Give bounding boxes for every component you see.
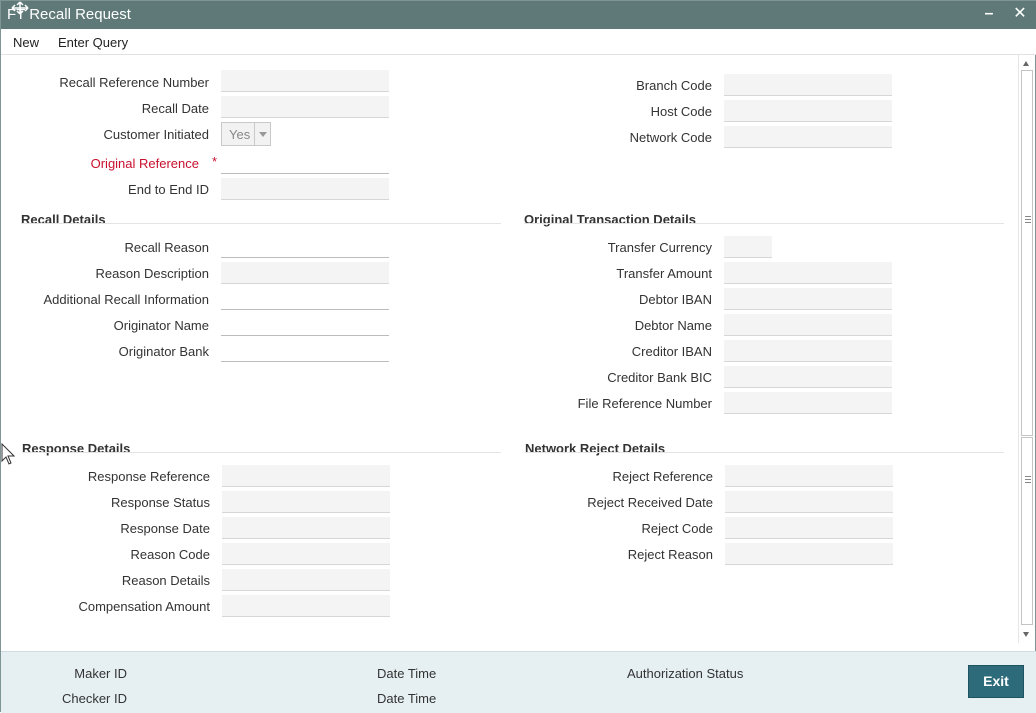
end-to-end-id-label: End to End ID <box>128 182 209 197</box>
network-reject-details-heading: Network Reject Details <box>525 441 666 456</box>
response-status-label: Response Status <box>110 495 210 510</box>
reject-reason-label: Reject Reason <box>627 547 713 562</box>
recall-reason-field[interactable] <box>221 236 389 258</box>
reason-code-field[interactable] <box>222 543 390 565</box>
customer-initiated-value: Yes <box>229 127 251 142</box>
reason-details-label: Reason Details <box>121 573 210 588</box>
reject-received-date-field[interactable] <box>725 491 893 513</box>
debtor-iban-label: Debtor IBAN <box>639 292 712 307</box>
recall-request-window: FT Recall Request – ✕ New Enter Query Re… <box>0 0 1036 713</box>
file-reference-number-label: File Reference Number <box>577 396 712 411</box>
title-bar[interactable]: FT Recall Request – ✕ <box>1 1 1036 29</box>
response-status-field[interactable] <box>222 491 390 513</box>
reason-code-label: Reason Code <box>130 547 211 562</box>
authorization-status-label: Authorization Status <box>627 666 744 681</box>
close-button[interactable]: ✕ <box>1011 5 1029 23</box>
chevron-down-icon[interactable] <box>254 123 270 145</box>
original-transaction-details-divider <box>524 223 1004 224</box>
move-cursor-icon <box>11 1 29 15</box>
transfer-amount-label: Transfer Amount <box>616 266 712 281</box>
grip-line <box>1025 216 1031 217</box>
creditor-bank-bic-label: Creditor Bank BIC <box>607 370 712 385</box>
response-reference-field[interactable] <box>222 465 390 487</box>
recall-reference-number-label: Recall Reference Number <box>59 75 209 90</box>
new-menu-item[interactable]: New <box>13 35 39 50</box>
additional-recall-information-label: Additional Recall Information <box>43 292 209 307</box>
reason-details-field[interactable] <box>222 569 390 591</box>
reject-code-label: Reject Code <box>641 521 713 536</box>
menu-bar: New Enter Query <box>1 29 1036 55</box>
reason-description-label: Reason Description <box>95 266 209 281</box>
recall-reference-number-field[interactable] <box>221 70 389 92</box>
reject-reference-field[interactable] <box>725 465 893 487</box>
required-asterisk: * <box>212 154 218 169</box>
maker-id-label: Maker ID <box>74 666 127 681</box>
customer-initiated-select[interactable]: Yes <box>221 122 271 146</box>
reject-reference-label: Reject Reference <box>612 469 713 484</box>
grip-line <box>1025 479 1031 480</box>
scrollbar-thumb-upper[interactable] <box>1021 70 1033 436</box>
mouse-pointer-icon <box>1 443 15 465</box>
checker-id-label: Checker ID <box>61 691 127 706</box>
recall-details-divider <box>21 223 501 224</box>
scroll-down-arrow-icon[interactable] <box>1023 632 1029 637</box>
vertical-scrollbar[interactable] <box>1018 55 1034 643</box>
reason-description-field[interactable] <box>221 262 389 284</box>
originator-bank-label: Originator Bank <box>118 344 209 359</box>
reject-received-date-label: Reject Received Date <box>587 495 713 510</box>
grip-line <box>1025 222 1031 223</box>
branch-code-field[interactable] <box>724 74 892 96</box>
response-details-divider <box>22 452 501 453</box>
transfer-amount-field[interactable] <box>724 262 892 284</box>
audit-footer: Maker ID Checker ID Date Time Date Time … <box>1 651 1036 713</box>
branch-code-label: Branch Code <box>636 78 712 93</box>
creditor-iban-label: Creditor IBAN <box>631 344 712 359</box>
original-reference-label: Original Reference <box>90 156 199 171</box>
originator-name-field[interactable] <box>221 314 389 336</box>
network-code-label: Network Code <box>629 130 712 145</box>
creditor-iban-field[interactable] <box>724 340 892 362</box>
grip-line <box>1025 476 1031 477</box>
network-reject-details-divider <box>525 452 1004 453</box>
recall-reason-label: Recall Reason <box>124 240 209 255</box>
reject-reason-field[interactable] <box>725 543 893 565</box>
debtor-name-label: Debtor Name <box>634 318 712 333</box>
enter-query-menu-item[interactable]: Enter Query <box>58 35 128 50</box>
transfer-currency-field[interactable] <box>724 236 772 258</box>
grip-line <box>1025 482 1031 483</box>
form-content: Recall Reference Number Recall Date Cust… <box>1 55 1017 651</box>
recall-date-label: Recall Date <box>141 101 209 116</box>
network-code-field[interactable] <box>724 126 892 148</box>
originator-name-label: Originator Name <box>113 318 209 333</box>
scrollbar-thumb-lower[interactable] <box>1021 437 1033 625</box>
grip-line <box>1025 219 1031 220</box>
response-date-label: Response Date <box>120 521 210 536</box>
creditor-bank-bic-field[interactable] <box>724 366 892 388</box>
end-to-end-id-field[interactable] <box>221 178 389 200</box>
recall-details-heading: Recall Details <box>21 212 106 227</box>
exit-button[interactable]: Exit <box>968 665 1024 698</box>
originator-bank-field[interactable] <box>221 340 389 362</box>
scroll-up-arrow-icon[interactable] <box>1023 61 1029 66</box>
customer-initiated-label: Customer Initiated <box>103 127 210 142</box>
compensation-amount-label: Compensation Amount <box>78 599 210 614</box>
debtor-name-field[interactable] <box>724 314 892 336</box>
response-date-field[interactable] <box>222 517 390 539</box>
response-details-heading: Response Details <box>22 441 131 456</box>
host-code-field[interactable] <box>724 100 892 122</box>
minimize-button[interactable]: – <box>980 5 998 23</box>
host-code-label: Host Code <box>650 104 712 119</box>
file-reference-number-field[interactable] <box>724 392 892 414</box>
maker-date-time-label: Date Time <box>377 666 437 681</box>
reject-code-field[interactable] <box>725 517 893 539</box>
transfer-currency-label: Transfer Currency <box>607 240 712 255</box>
response-reference-label: Response Reference <box>87 469 210 484</box>
original-transaction-details-heading: Original Transaction Details <box>524 212 696 227</box>
additional-recall-information-field[interactable] <box>221 288 389 310</box>
original-reference-field[interactable] <box>221 152 389 174</box>
recall-date-field[interactable] <box>221 96 389 118</box>
debtor-iban-field[interactable] <box>724 288 892 310</box>
compensation-amount-field[interactable] <box>222 595 390 617</box>
checker-date-time-label: Date Time <box>377 691 437 706</box>
